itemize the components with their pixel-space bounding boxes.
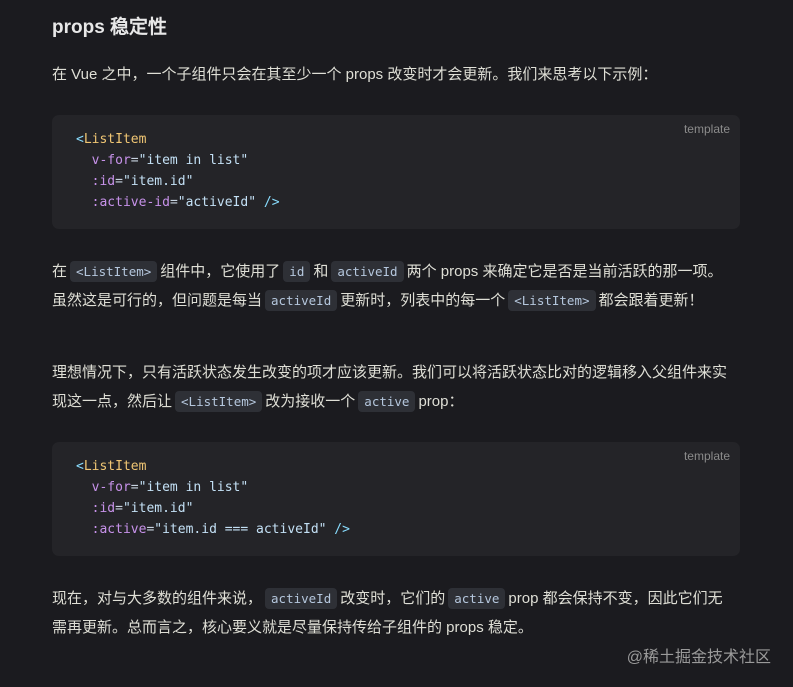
code-block-1: template <ListItem v-for="item in list" … xyxy=(52,115,740,229)
paragraph-problem: 在 <ListItem> 组件中，它使用了 id 和 activeId 两个 props 来… xyxy=(52,261,723,311)
watermark: @稀土掘金技术社区 xyxy=(626,649,771,666)
paragraph-conclusion: 现在，对与大多数的组件来说， activeId 改变时，它们的 active prop … xyxy=(52,588,723,636)
code-lang-label: template xyxy=(683,449,730,463)
code-block-2: template <ListItem v-for="item in list" … xyxy=(52,442,740,556)
section-title: props 稳定性 xyxy=(52,17,168,38)
code-lang-label: template xyxy=(683,122,730,136)
paragraph-intro: 在 Vue 之中，一个子组件只会在其至少一个 props 改变时才会更新。我们来… xyxy=(52,66,658,83)
paragraph-solution: 理想情况下，只有活跃状态发生改变的项才应该更新。我们可以将活跃状态比对的逻辑移入… xyxy=(52,364,728,412)
